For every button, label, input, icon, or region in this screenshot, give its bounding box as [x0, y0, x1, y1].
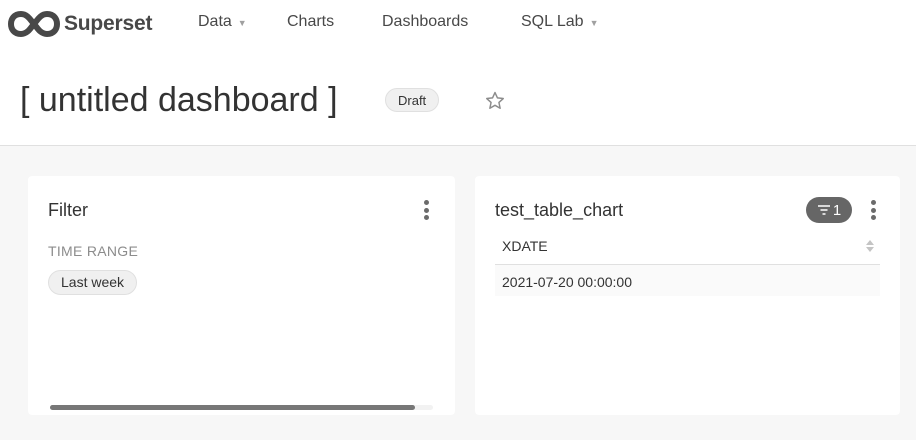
caret-down-icon: ▼	[589, 18, 599, 28]
nav-item-charts[interactable]: Charts	[287, 13, 334, 31]
table-cell: 2021-07-20 00:00:00	[502, 274, 632, 290]
filter-count: 1	[832, 201, 842, 219]
column-header-xdate[interactable]: XDATE	[502, 238, 548, 254]
dashboard-title[interactable]: [ untitled dashboard ]	[20, 80, 338, 120]
filter-icon	[817, 205, 830, 215]
superset-logo-icon	[8, 11, 60, 37]
filter-card: Filter TIME RANGE Last week	[28, 176, 455, 415]
time-range-chip[interactable]: Last week	[48, 270, 138, 295]
nav-item-data[interactable]: Data ▼	[198, 13, 247, 31]
scrollbar-thumb[interactable]	[50, 405, 415, 410]
nav-item-sql-lab[interactable]: SQL Lab ▼	[521, 13, 598, 31]
brand-logo[interactable]: Superset	[8, 10, 152, 38]
card-title: Filter	[48, 200, 88, 220]
filter-label: TIME RANGE	[48, 243, 139, 259]
brand-name: Superset	[64, 12, 153, 35]
caret-down-icon: ▼	[237, 18, 247, 28]
sort-icon[interactable]	[865, 239, 875, 253]
horizontal-scrollbar[interactable]	[50, 405, 433, 410]
status-badge: Draft	[385, 88, 440, 112]
star-icon[interactable]	[484, 90, 506, 112]
table-chart-card: test_table_chart 1 XDATE 2021-07-20 00:0…	[475, 176, 900, 415]
nav-item-label: SQL Lab	[521, 13, 584, 30]
dashboard-header: [ untitled dashboard ] Draft	[0, 48, 916, 146]
nav-item-label: Charts	[287, 13, 335, 30]
more-options-icon[interactable]	[419, 200, 433, 224]
nav-item-label: Data	[198, 13, 232, 30]
applied-filters-indicator[interactable]: 1	[806, 197, 852, 223]
nav-item-dashboards[interactable]: Dashboards	[382, 13, 468, 31]
card-title: test_table_chart	[495, 200, 624, 220]
top-navbar: Superset Data ▼ Charts Dashboards SQL La…	[0, 0, 916, 48]
nav-item-label: Dashboards	[382, 13, 469, 30]
more-options-icon[interactable]	[866, 200, 880, 224]
